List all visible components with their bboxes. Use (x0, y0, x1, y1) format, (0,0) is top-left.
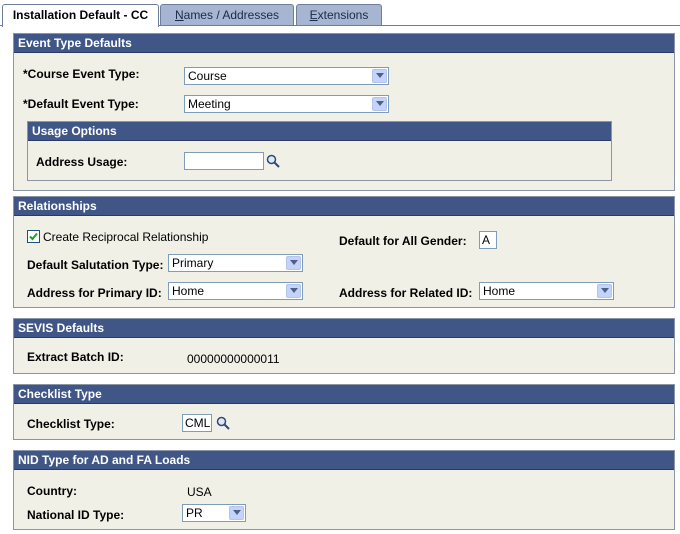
usage-options-section: Usage Options Address Usage: (27, 121, 612, 181)
address-usage-label: Address Usage: (36, 155, 128, 169)
search-icon[interactable] (266, 154, 280, 168)
tab-extensions-label: Extensions (309, 8, 369, 22)
sevis-defaults-header: SEVIS Defaults (14, 319, 674, 338)
nid-type-section: NID Type for AD and FA Loads Country: US… (13, 450, 675, 530)
event-type-defaults-section: Event Type Defaults *Course Event Type: … (13, 33, 675, 191)
national-id-value: PR (186, 506, 203, 520)
country-label: Country: (27, 484, 77, 498)
tab-extensions[interactable]: Extensions (296, 4, 382, 25)
event-type-defaults-header: Event Type Defaults (14, 34, 674, 53)
extract-batch-label: Extract Batch ID: (27, 350, 124, 364)
national-id-label: National ID Type: (27, 508, 125, 522)
course-event-type-value: Course (188, 69, 227, 83)
national-id-select[interactable]: PR (182, 504, 246, 522)
nid-type-header: NID Type for AD and FA Loads (14, 451, 674, 470)
chevron-down-icon[interactable] (597, 284, 612, 298)
salutation-value: Primary (172, 256, 214, 270)
chevron-down-icon[interactable] (286, 284, 301, 298)
reciprocal-checkbox[interactable] (27, 230, 40, 243)
usage-options-header: Usage Options (28, 122, 611, 141)
address-primary-value: Home (172, 284, 205, 298)
address-related-label: Address for Related ID: (339, 286, 473, 300)
address-related-select[interactable]: Home (479, 282, 614, 300)
chevron-down-icon[interactable] (372, 97, 387, 111)
country-value: USA (187, 485, 212, 499)
tab-names-addresses-label: Names / Addresses (174, 8, 280, 22)
course-event-type-label: *Course Event Type: (23, 67, 140, 81)
address-primary-label: Address for Primary ID: (27, 286, 162, 300)
address-primary-select[interactable]: Home (168, 282, 303, 300)
extract-batch-value: 00000000000011 (187, 352, 280, 366)
search-icon[interactable] (216, 416, 230, 430)
chevron-down-icon[interactable] (372, 69, 387, 83)
relationships-header: Relationships (14, 197, 674, 216)
tab-installation-default-label: Installation Default - CC (12, 8, 149, 22)
salutation-label: Default Salutation Type: (27, 258, 164, 272)
address-usage-input[interactable] (184, 152, 264, 170)
chevron-down-icon[interactable] (229, 506, 244, 520)
default-event-type-select[interactable]: Meeting (184, 95, 389, 113)
checklist-type-label: Checklist Type: (27, 417, 115, 431)
checkmark-icon (29, 232, 38, 241)
address-related-value: Home (483, 284, 516, 298)
default-event-type-value: Meeting (188, 97, 231, 111)
salutation-select[interactable]: Primary (168, 254, 303, 272)
relationships-section: Relationships Create Reciprocal Relation… (13, 196, 675, 308)
default-gender-input[interactable]: A (479, 231, 497, 249)
default-event-type-label: *Default Event Type: (23, 97, 139, 111)
tab-installation-default[interactable]: Installation Default - CC (2, 4, 159, 27)
chevron-down-icon[interactable] (286, 256, 301, 270)
checklist-type-section: Checklist Type Checklist Type: CML (13, 384, 675, 440)
default-gender-label: Default for All Gender: (339, 234, 467, 248)
sevis-defaults-section: SEVIS Defaults Extract Batch ID: 0000000… (13, 318, 675, 374)
reciprocal-label: Create Reciprocal Relationship (43, 230, 209, 244)
tab-names-addresses[interactable]: Names / Addresses (160, 4, 294, 25)
course-event-type-select[interactable]: Course (184, 67, 389, 85)
checklist-type-header: Checklist Type (14, 385, 674, 404)
checklist-type-input[interactable]: CML (182, 414, 212, 432)
